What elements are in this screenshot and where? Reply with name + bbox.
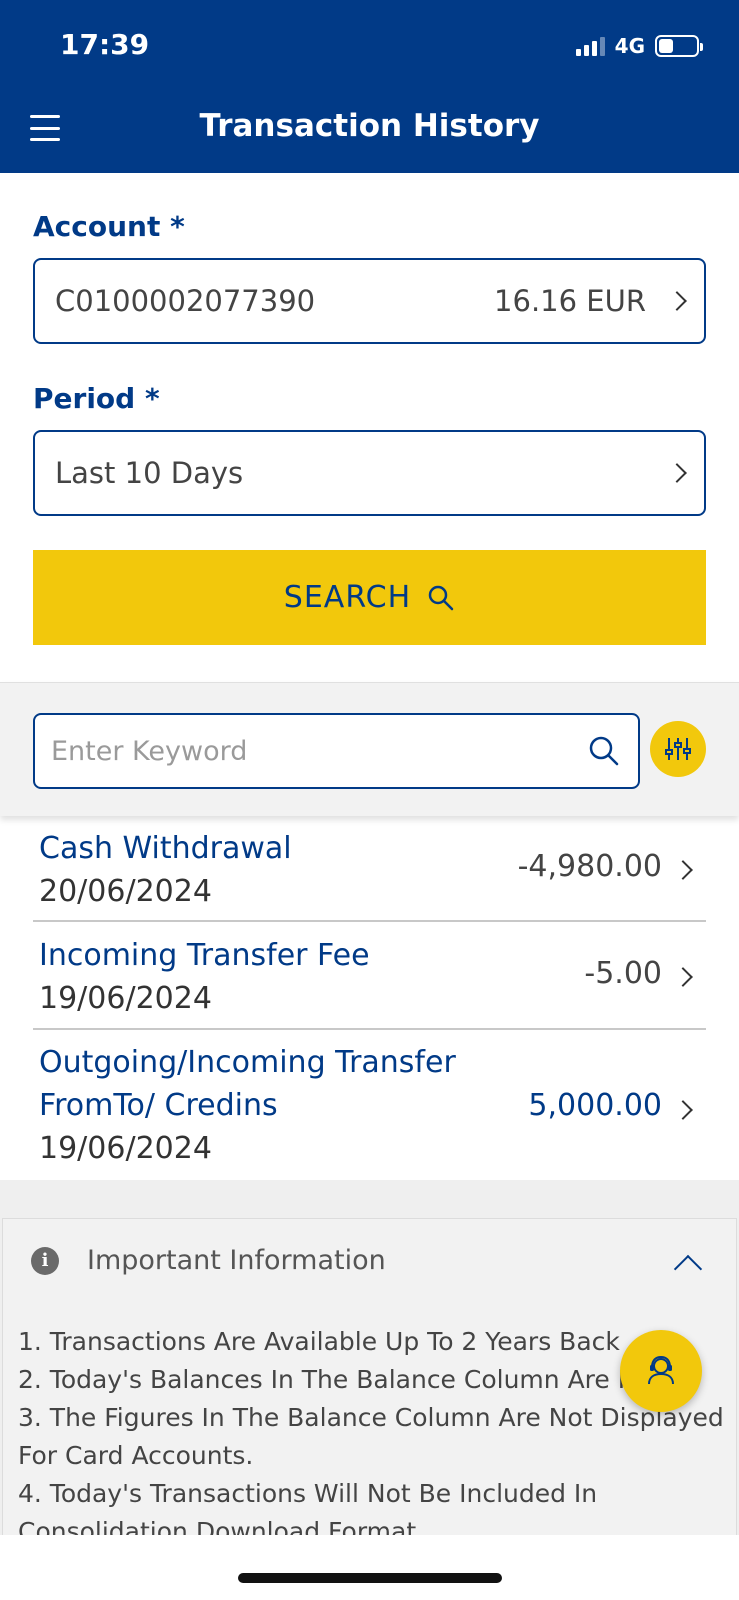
transaction-amount: -5.00 [584,956,662,991]
transaction-amount: 5,000.00 [528,1088,662,1123]
transaction-row[interactable]: Outgoing/Incoming Transfer FromTo/ Credi… [33,1041,706,1170]
signal-icon [575,36,605,56]
account-number: C0100002077390 [55,284,316,318]
info-line: 1. Transactions Are Available Up To 2 Ye… [18,1327,620,1356]
account-label: Account * [33,210,185,243]
search-button[interactable]: SEARCH [33,550,706,645]
keyword-search-bar: Enter Keyword [0,682,739,816]
required-asterisk: * [170,210,185,243]
search-button-label: SEARCH [283,580,412,615]
account-balance: 16.16 EUR [494,284,646,318]
info-line: 4. Today's Transactions Will Not Be Incl… [18,1479,598,1508]
account-selector[interactable]: C0100002077390 16.16 EUR [33,258,706,344]
info-icon: i [31,1246,59,1275]
support-agent-icon [648,1355,674,1385]
required-asterisk: * [144,382,160,415]
info-line: For Card Accounts. [18,1441,254,1470]
info-header[interactable]: i Important Information [31,1245,386,1276]
network-type: 4G [614,34,645,58]
transaction-row[interactable]: Cash Withdrawal 20/06/2024 -4,980.00 [33,827,706,913]
period-label: Period * [33,382,160,415]
keyword-placeholder: Enter Keyword [51,735,248,767]
battery-icon [655,35,703,57]
transaction-amount: -4,980.00 [517,849,662,884]
info-line: 3. The Figures In The Balance Column Are… [18,1403,724,1432]
chevron-right-icon [667,291,687,311]
status-indicators: 4G [575,34,703,58]
chevron-right-icon [667,463,687,483]
keyword-input[interactable]: Enter Keyword [33,713,640,789]
app-header: 17:39 4G Transaction History [0,0,739,173]
transaction-date: 19/06/2024 [39,1131,212,1166]
search-icon [428,585,454,610]
page-title: Transaction History [199,108,540,144]
chevron-up-icon[interactable] [673,1254,703,1284]
status-time: 17:39 [60,28,150,61]
filter-icon [665,738,691,760]
home-bar-area [0,1535,739,1600]
period-selector[interactable]: Last 10 Days [33,430,706,516]
info-title: Important Information [87,1245,386,1276]
search-icon[interactable] [588,735,620,767]
divider [33,1028,706,1030]
info-line: 2. Today's Balances In The Balance Colum… [18,1365,664,1394]
transaction-description-line-1: Outgoing/Incoming Transfer [39,1045,456,1080]
support-button[interactable] [620,1330,702,1412]
divider [33,920,706,922]
info-text: 1. Transactions Are Available Up To 2 Ye… [18,1323,724,1551]
period-value: Last 10 Days [55,456,244,490]
transaction-row[interactable]: Incoming Transfer Fee 19/06/2024 -5.00 [33,934,706,1020]
home-indicator[interactable] [238,1573,502,1583]
filter-button[interactable] [650,721,706,777]
